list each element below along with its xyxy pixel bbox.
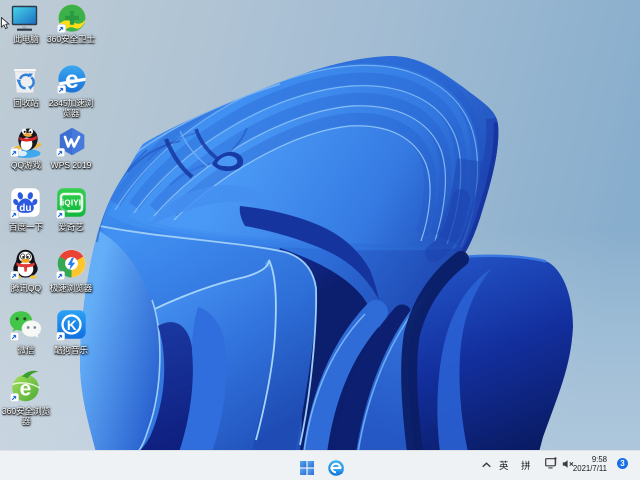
svg-text:K: K <box>67 318 77 333</box>
svg-text:iQIYI: iQIYI <box>62 199 81 208</box>
svg-text:e: e <box>20 378 32 401</box>
svg-text:du: du <box>19 203 31 214</box>
